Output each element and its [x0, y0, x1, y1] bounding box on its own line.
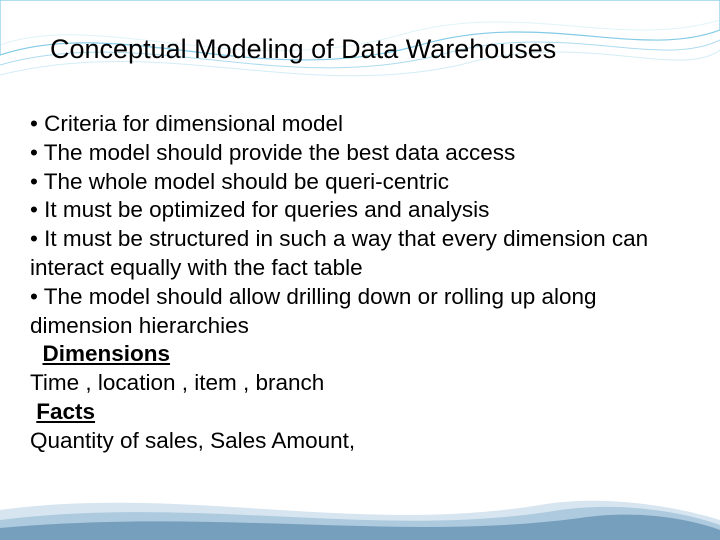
bullet-item: • The model should provide the best data…: [30, 139, 690, 168]
facts-heading: Facts: [30, 398, 690, 427]
bullet-item: • Criteria for dimensional model: [30, 110, 690, 139]
bullet-item: • The model should allow drilling down o…: [30, 283, 690, 341]
bullet-item: • The whole model should be queri-centri…: [30, 168, 690, 197]
facts-heading-text: Facts: [36, 399, 95, 424]
decorative-wave-bottom: [0, 480, 720, 540]
facts-text: Quantity of sales, Sales Amount,: [30, 427, 690, 456]
slide: Conceptual Modeling of Data Warehouses •…: [0, 0, 720, 540]
dimensions-text: Time , location , item , branch: [30, 369, 690, 398]
dimensions-heading: Dimensions: [30, 340, 690, 369]
slide-body: • Criteria for dimensional model • The m…: [30, 110, 690, 456]
bullet-item: • It must be optimized for queries and a…: [30, 196, 690, 225]
bullet-item: • It must be structured in such a way th…: [30, 225, 690, 283]
slide-title: Conceptual Modeling of Data Warehouses: [50, 34, 670, 65]
indent-space: [30, 341, 43, 366]
dimensions-heading-text: Dimensions: [43, 341, 171, 366]
